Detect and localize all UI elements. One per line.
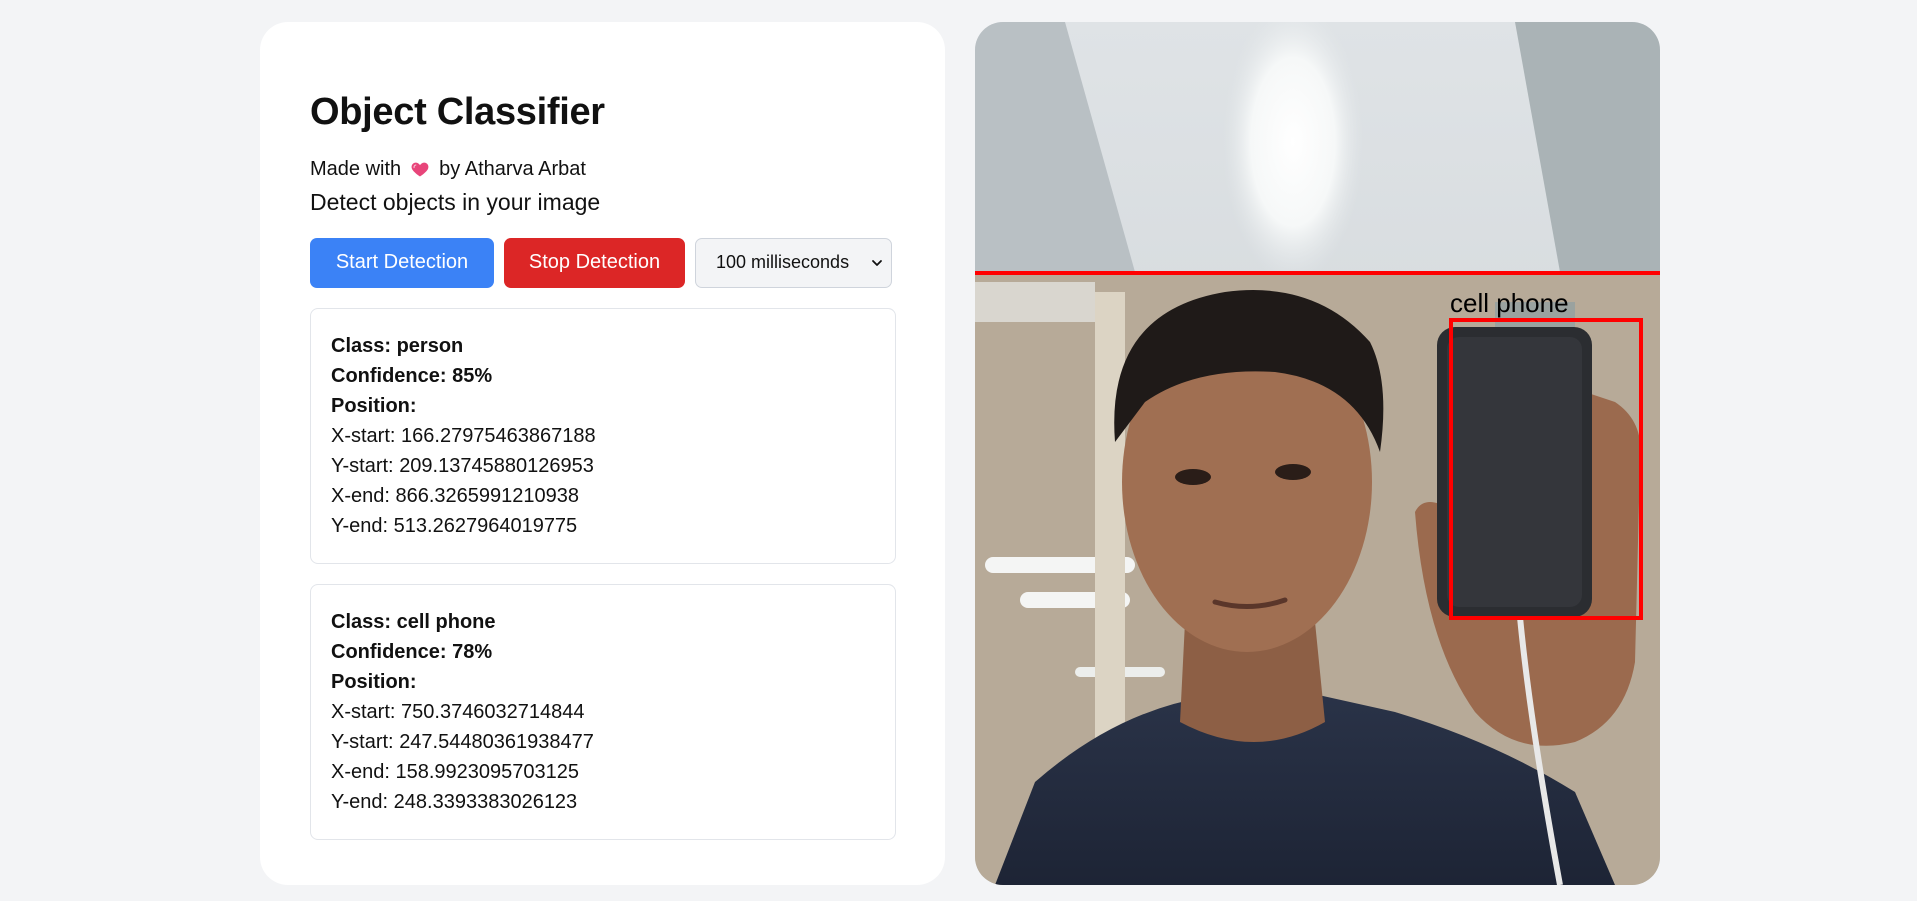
detection-x-start: X-start: 750.3746032714844 — [331, 700, 585, 723]
credit-line: Made with by Atharva Arbat — [310, 158, 895, 181]
interval-select[interactable]: 100 milliseconds — [695, 237, 892, 288]
detection-y-start: Y-start: 247.54480361938477 — [331, 730, 594, 753]
detection-position-heading: Position: — [331, 394, 417, 417]
detection-confidence: Confidence: 78% — [331, 640, 493, 663]
wall-panel — [975, 282, 1095, 322]
detection-confidence: Confidence: 85% — [331, 364, 493, 387]
stop-detection-button[interactable]: Stop Detection — [504, 237, 685, 288]
detection-card: Class: cell phone Confidence: 78% Positi… — [310, 583, 896, 840]
phone-screen — [1447, 337, 1582, 607]
webcam-frame: cell phone — [975, 22, 1660, 885]
page: Object Classifier Made with by Atharva A… — [0, 0, 1917, 901]
phone-box-label: cell phone — [1450, 288, 1569, 318]
credit-suffix: by Atharva Arbat — [439, 157, 586, 180]
page-subtitle: Detect objects in your image — [310, 188, 601, 215]
interval-select-value: 100 milliseconds — [716, 252, 850, 273]
door-frame — [1095, 292, 1125, 752]
detection-x-start: X-start: 166.27975463867188 — [331, 424, 596, 447]
detection-card: Class: person Confidence: 85% Position: … — [310, 307, 896, 564]
camera-feed: cell phone — [975, 22, 1660, 885]
credit-prefix: Made with — [310, 157, 402, 180]
detection-class: Class: cell phone — [331, 610, 496, 633]
person-eye-right — [1275, 464, 1311, 480]
detection-position-heading: Position: — [331, 670, 417, 693]
detection-controls: Start Detection Stop Detection 100 milli… — [310, 237, 895, 288]
detection-y-end: Y-end: 513.2627964019775 — [331, 514, 578, 537]
page-title: Object Classifier — [310, 91, 605, 133]
detection-x-end: X-end: 158.9923095703125 — [331, 760, 580, 783]
detection-x-end: X-end: 866.3265991210938 — [331, 484, 580, 507]
control-panel: Object Classifier Made with by Atharva A… — [260, 22, 945, 885]
chevron-down-icon — [872, 259, 882, 266]
detection-y-end: Y-end: 248.3393383026123 — [331, 790, 578, 813]
heart-icon — [411, 162, 429, 177]
detection-class: Class: person — [331, 334, 464, 357]
person-eye-left — [1175, 469, 1211, 485]
detection-y-start: Y-start: 209.13745880126953 — [331, 454, 594, 477]
start-detection-button[interactable]: Start Detection — [310, 237, 494, 288]
